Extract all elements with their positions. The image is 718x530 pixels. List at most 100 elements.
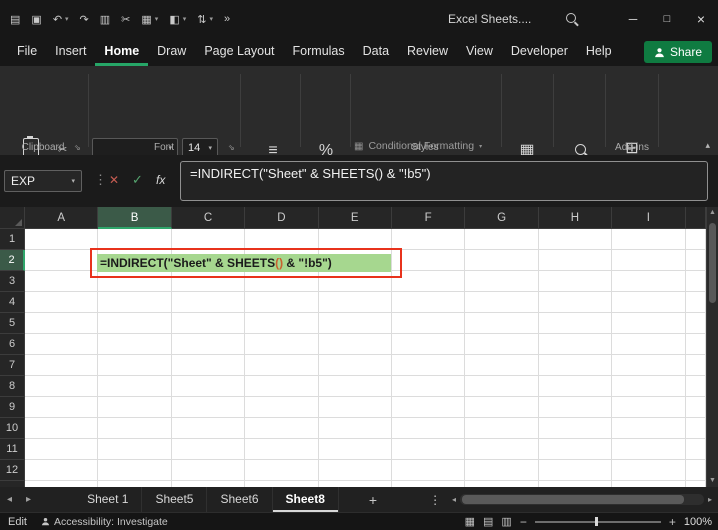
cell-g3[interactable] (465, 271, 538, 292)
cell-a9[interactable] (25, 397, 98, 418)
cell-h7[interactable] (539, 355, 612, 376)
cell-e9[interactable] (319, 397, 392, 418)
cell-d8[interactable] (245, 376, 318, 397)
undo-icon[interactable]: ↶ (53, 13, 62, 26)
cell-e4[interactable] (319, 292, 392, 313)
cell-a11[interactable] (25, 439, 98, 460)
cell-c11[interactable] (172, 439, 245, 460)
cell-partial-5[interactable] (686, 313, 706, 334)
cell-g11[interactable] (465, 439, 538, 460)
cell-d1[interactable] (245, 229, 318, 250)
clipboard-icon[interactable]: ▦ (141, 13, 151, 26)
vertical-scroll-thumb[interactable] (709, 223, 716, 303)
scroll-up-icon[interactable]: ▲ (707, 207, 718, 219)
menu-data[interactable]: Data (354, 38, 398, 66)
cell-c7[interactable] (172, 355, 245, 376)
row-header-7[interactable]: 7 (0, 355, 25, 376)
cell-g7[interactable] (465, 355, 538, 376)
chevron-down-icon[interactable]: ▾ (209, 15, 213, 23)
cell-c6[interactable] (172, 334, 245, 355)
horizontal-scroll-track[interactable] (460, 494, 704, 505)
zoom-out-button[interactable]: − (520, 515, 527, 529)
cell-b10[interactable] (98, 418, 171, 439)
column-header-d[interactable]: D (245, 207, 318, 229)
cell-h10[interactable] (539, 418, 612, 439)
cell-d10[interactable] (245, 418, 318, 439)
cell-a2[interactable] (25, 250, 98, 271)
cell-a12[interactable] (25, 460, 98, 481)
row-header-1[interactable]: 1 (0, 229, 25, 250)
new-sheet-button[interactable]: + (369, 492, 377, 508)
column-header-i[interactable]: I (612, 207, 685, 229)
cell-a1[interactable] (25, 229, 98, 250)
chevron-down-icon[interactable]: ▾ (183, 15, 187, 23)
cell-a4[interactable] (25, 292, 98, 313)
cell-c10[interactable] (172, 418, 245, 439)
column-header-partial[interactable] (686, 207, 706, 229)
zoom-slider[interactable] (535, 516, 661, 527)
chart-icon[interactable]: ◧ (169, 13, 179, 26)
scroll-left-icon[interactable]: ◂ (448, 495, 460, 504)
cell-i2[interactable] (612, 250, 685, 271)
column-header-f[interactable]: F (392, 207, 465, 229)
more-commands-icon[interactable]: » (224, 13, 230, 25)
select-all-corner[interactable] (0, 207, 25, 229)
cell-f4[interactable] (392, 292, 465, 313)
menu-help[interactable]: Help (577, 38, 621, 66)
cell-h6[interactable] (539, 334, 612, 355)
cell-h12[interactable] (539, 460, 612, 481)
row-header-11[interactable]: 11 (0, 439, 25, 460)
prev-sheet-button[interactable]: ◂ (0, 494, 19, 505)
cell-e1[interactable] (319, 229, 392, 250)
cell-h3[interactable] (539, 271, 612, 292)
chevron-down-icon[interactable]: ▾ (65, 15, 69, 23)
cell-b6[interactable] (98, 334, 171, 355)
sheet-tab-sheet8[interactable]: Sheet8 (273, 487, 339, 512)
zoom-slider-thumb[interactable] (595, 517, 598, 526)
row-header-9[interactable]: 9 (0, 397, 25, 418)
sheet-tab-sheet1[interactable]: Sheet 1 (74, 487, 142, 512)
cell-partial-9[interactable] (686, 397, 706, 418)
row-header-5[interactable]: 5 (0, 313, 25, 334)
cell-i12[interactable] (612, 460, 685, 481)
copy-icon[interactable]: ▥ (100, 13, 110, 26)
cell-c12[interactable] (172, 460, 245, 481)
cell-d4[interactable] (245, 292, 318, 313)
sheet-options-icon[interactable]: ⋮ (429, 493, 441, 507)
menu-draw[interactable]: Draw (148, 38, 195, 66)
cell-a7[interactable] (25, 355, 98, 376)
cell-i11[interactable] (612, 439, 685, 460)
row-header-10[interactable]: 10 (0, 418, 25, 439)
cell-i8[interactable] (612, 376, 685, 397)
menu-icon[interactable]: ▤ (10, 13, 20, 26)
menu-developer[interactable]: Developer (502, 38, 577, 66)
save-icon[interactable]: ▣ (31, 13, 41, 26)
row-header-6[interactable]: 6 (0, 334, 25, 355)
formula-input[interactable]: =INDIRECT("Sheet" & SHEETS() & "!b5") (180, 161, 708, 201)
menu-formulas[interactable]: Formulas (284, 38, 354, 66)
cell-e5[interactable] (319, 313, 392, 334)
cell-b1[interactable] (98, 229, 171, 250)
enter-check-icon[interactable]: ✓ (132, 172, 143, 188)
menu-file[interactable]: File (8, 38, 46, 66)
cell-d6[interactable] (245, 334, 318, 355)
cell-h11[interactable] (539, 439, 612, 460)
cell-c4[interactable] (172, 292, 245, 313)
sheet-tab-sheet5[interactable]: Sheet5 (142, 487, 207, 512)
cell-i6[interactable] (612, 334, 685, 355)
cell-partial-1[interactable] (686, 229, 706, 250)
zoom-in-button[interactable]: + (669, 515, 676, 529)
cell-e12[interactable] (319, 460, 392, 481)
chevron-down-icon[interactable]: ▾ (155, 15, 159, 23)
cell-f5[interactable] (392, 313, 465, 334)
sort-icon[interactable]: ⇅ (197, 13, 206, 26)
scroll-right-icon[interactable]: ▸ (704, 495, 716, 504)
cell-f8[interactable] (392, 376, 465, 397)
cell-partial-7[interactable] (686, 355, 706, 376)
cell-b12[interactable] (98, 460, 171, 481)
cell-f9[interactable] (392, 397, 465, 418)
cell-g6[interactable] (465, 334, 538, 355)
column-header-e[interactable]: E (319, 207, 392, 229)
menu-insert[interactable]: Insert (46, 38, 95, 66)
cell-a8[interactable] (25, 376, 98, 397)
